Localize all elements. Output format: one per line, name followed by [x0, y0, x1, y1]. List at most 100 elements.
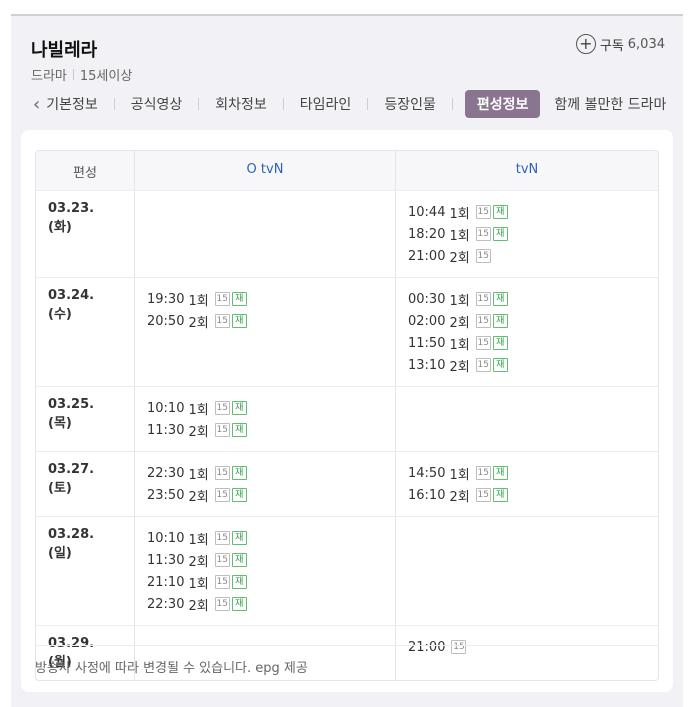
- rerun-badge: 재: [231, 466, 247, 480]
- slot-time: 10:10: [147, 530, 185, 546]
- slot-episode: 1회: [449, 228, 470, 244]
- schedule-table: 편성 O tvN tvN 03.23. (화) 10:44 1회 15 재 18:20 1회…: [35, 150, 659, 681]
- age-rating-badge: 15: [214, 553, 230, 567]
- schedule-slot[interactable]: 10:10 1회 15 재: [147, 527, 383, 549]
- schedule-slot[interactable]: 02:00 2회 15 재: [408, 310, 646, 332]
- schedule-slot[interactable]: 11:30 2회 15 재: [147, 419, 383, 441]
- tab-4[interactable]: 타임라인: [298, 94, 354, 114]
- tab-divider: [113, 98, 115, 110]
- cell-tvn: 00:30 1회 15 재 02:00 2회 15 재 11:50 1회 15 재 13:10 2회 15 재: [396, 278, 658, 386]
- schedule-slot[interactable]: 10:44 1회 15 재: [408, 201, 646, 223]
- tab-7[interactable]: 함께 볼만한 드라마: [552, 94, 668, 114]
- rerun-badge: 재: [231, 597, 247, 611]
- schedule-card: 편성 O tvN tvN 03.23. (화) 10:44 1회 15 재 18:20 1회…: [21, 130, 673, 692]
- row-date: 03.28. (일): [36, 517, 135, 625]
- tab-list: 기본정보 공식영상 회차정보 타임라인 등장인물 편성정보 함께 볼만한 드라마: [31, 90, 668, 118]
- table-row: 03.28. (일) 10:10 1회 15 재 11:30 2회 15 재 21:10 1회 15 재…: [36, 516, 658, 625]
- age-rating-badge: 15: [475, 466, 491, 480]
- slot-episode: 2회: [449, 315, 470, 331]
- row-date: 03.25. (목): [36, 387, 135, 451]
- slot-episode: 1회: [188, 532, 209, 548]
- schedule-slot[interactable]: 21:00 2회 15: [408, 245, 646, 267]
- slot-time: 18:20: [408, 226, 446, 242]
- row-date: 03.23. (화): [36, 191, 135, 277]
- table-row: 03.24. (수) 19:30 1회 15 재 20:50 2회 15 재 00:30 1회 15 재…: [36, 277, 658, 386]
- cell-otvn: 19:30 1회 15 재 20:50 2회 15 재: [135, 278, 396, 386]
- genre-label: 드라마: [31, 69, 67, 84]
- schedule-slot[interactable]: 20:50 2회 15 재: [147, 310, 383, 332]
- schedule-slot[interactable]: 11:30 2회 15 재: [147, 549, 383, 571]
- schedule-slot[interactable]: 22:30 1회 15 재: [147, 462, 383, 484]
- slot-time: 11:30: [147, 422, 185, 438]
- schedule-slot[interactable]: 18:20 1회 15 재: [408, 223, 646, 245]
- schedule-slot[interactable]: 22:30 2회 15 재: [147, 593, 383, 615]
- meta-divider: [72, 69, 74, 80]
- schedule-slot[interactable]: 23:50 2회 15 재: [147, 484, 383, 506]
- rerun-badge: 재: [492, 358, 508, 372]
- slot-time: 02:00: [408, 313, 446, 329]
- age-rating-badge: 15: [475, 249, 491, 263]
- schedule-slot[interactable]: 21:10 1회 15 재: [147, 571, 383, 593]
- schedule-slot[interactable]: 21:00 15: [408, 636, 646, 658]
- schedule-slot[interactable]: 00:30 1회 15 재: [408, 288, 646, 310]
- subscribe-button[interactable]: + 구독 6,034: [575, 34, 665, 54]
- rerun-badge: 재: [231, 292, 247, 306]
- tab-1[interactable]: 기본정보: [44, 94, 100, 114]
- rerun-badge: 재: [492, 227, 508, 241]
- header-channel-otvn: O tvN: [135, 151, 396, 190]
- rerun-badge: 재: [231, 314, 247, 328]
- slot-episode: 1회: [188, 576, 209, 592]
- rerun-badge: 재: [492, 466, 508, 480]
- age-rating-badge: 15: [475, 227, 491, 241]
- slot-episode: 1회: [449, 337, 470, 353]
- slot-episode: 1회: [188, 402, 209, 418]
- cell-tvn: 10:44 1회 15 재 18:20 1회 15 재 21:00 2회 15: [396, 191, 658, 277]
- schedule-slot[interactable]: 11:50 1회 15 재: [408, 332, 646, 354]
- tab-6[interactable]: 편성정보: [464, 90, 541, 118]
- schedule-slot[interactable]: 19:30 1회 15 재: [147, 288, 383, 310]
- schedule-slot[interactable]: 13:10 2회 15 재: [408, 354, 646, 376]
- program-title[interactable]: 나빌레라: [31, 36, 97, 62]
- plus-icon: +: [575, 34, 596, 54]
- slot-episode: 2회: [188, 554, 209, 570]
- table-row: 03.27. (토) 22:30 1회 15 재 23:50 2회 15 재 14:50 1회 15 재…: [36, 451, 658, 516]
- age-rating-badge: 15: [475, 358, 491, 372]
- subscribe-label: 구독: [599, 38, 624, 54]
- cell-tvn: [396, 517, 658, 625]
- slot-episode: 1회: [449, 293, 470, 309]
- slot-time: 21:10: [147, 574, 185, 590]
- slot-time: 11:30: [147, 552, 185, 568]
- rerun-badge: 재: [231, 488, 247, 502]
- rerun-badge: 재: [492, 314, 508, 328]
- header-schedule: 편성: [36, 151, 135, 190]
- rerun-badge: 재: [492, 205, 508, 219]
- table-header: 편성 O tvN tvN: [36, 151, 658, 190]
- slot-time: 10:10: [147, 400, 185, 416]
- cell-otvn: 10:10 1회 15 재 11:30 2회 15 재: [135, 387, 396, 451]
- rating-label: 15세이상: [79, 69, 133, 84]
- tab-3[interactable]: 회차정보: [213, 94, 269, 114]
- slot-time: 23:50: [147, 487, 185, 503]
- slot-episode: 2회: [449, 250, 470, 266]
- slot-time: 22:30: [147, 465, 185, 481]
- age-rating-badge: 15: [214, 314, 230, 328]
- slot-time: 21:00: [408, 248, 446, 264]
- age-rating-badge: 15: [475, 205, 491, 219]
- age-rating-badge: 15: [214, 401, 230, 415]
- age-rating-badge: 15: [214, 423, 230, 437]
- rerun-badge: 재: [231, 401, 247, 415]
- slot-episode: 1회: [188, 293, 209, 309]
- tab-2[interactable]: 공식영상: [129, 94, 185, 114]
- slot-time: 22:30: [147, 596, 185, 612]
- schedule-slot[interactable]: 14:50 1회 15 재: [408, 462, 646, 484]
- slot-episode: 1회: [449, 467, 470, 483]
- cell-tvn: 21:00 15: [396, 626, 658, 680]
- age-rating-badge: 15: [475, 336, 491, 350]
- rerun-badge: 재: [492, 336, 508, 350]
- slot-time: 21:00: [408, 639, 446, 655]
- rerun-badge: 재: [492, 292, 508, 306]
- schedule-slot[interactable]: 10:10 1회 15 재: [147, 397, 383, 419]
- age-rating-badge: 15: [214, 575, 230, 589]
- tab-5[interactable]: 등장인물: [382, 94, 438, 114]
- schedule-slot[interactable]: 16:10 2회 15 재: [408, 484, 646, 506]
